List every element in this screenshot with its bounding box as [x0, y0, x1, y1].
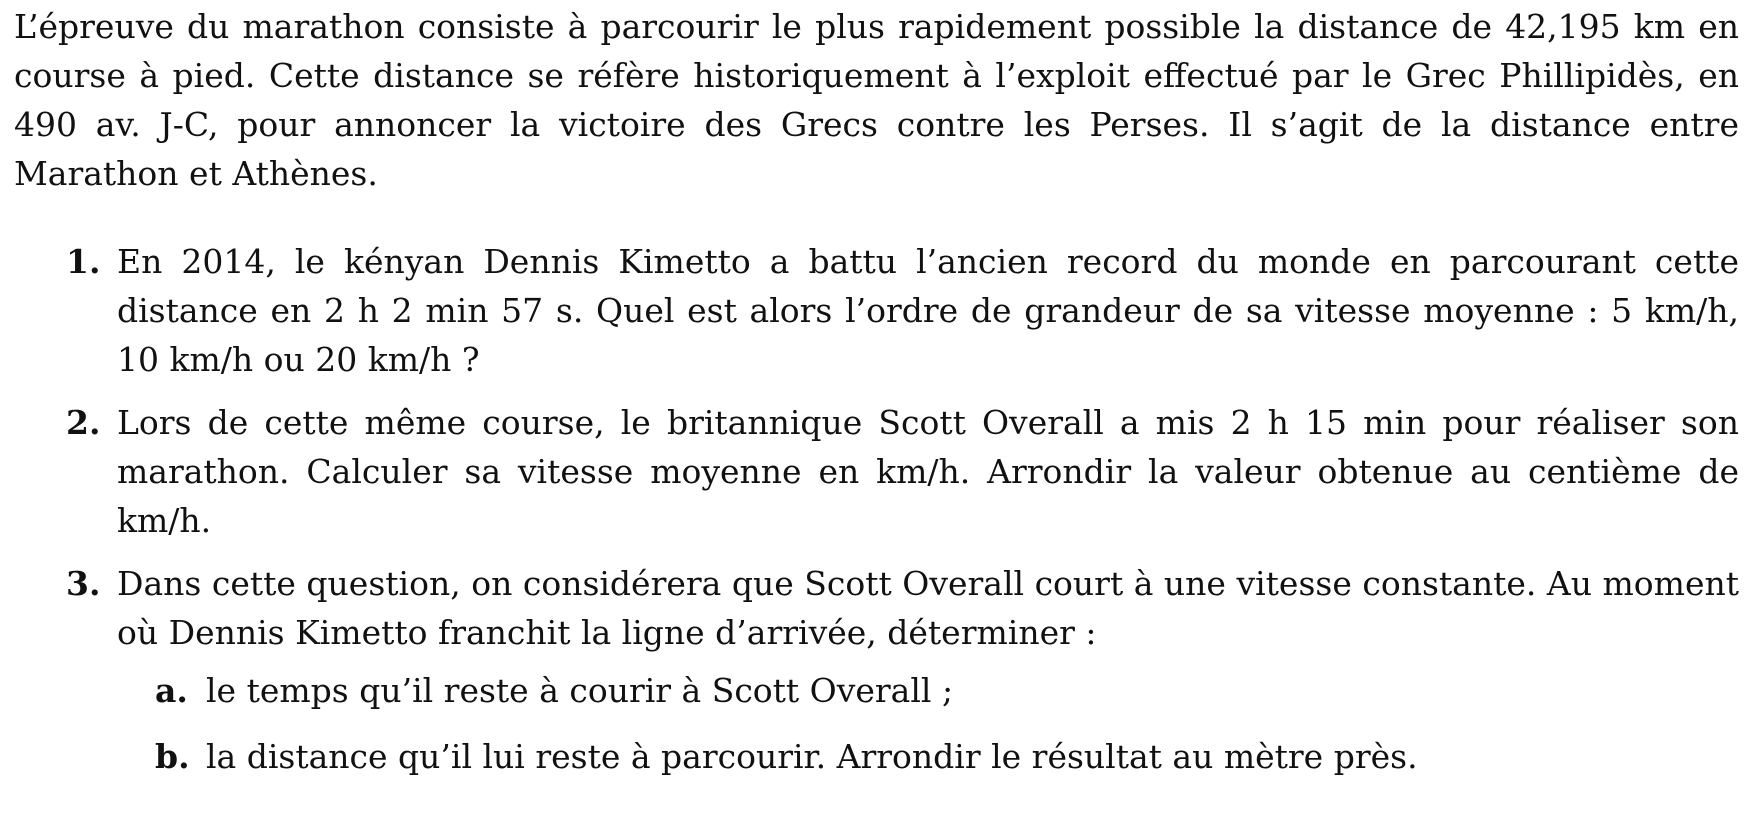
subquestion-text: le temps qu’il reste à courir à Scott Ov…	[206, 671, 954, 710]
subquestion-a: a. le temps qu’il reste à courir à Scott…	[155, 666, 1739, 715]
question-2: 2. Lors de cette même course, le britann…	[66, 398, 1739, 545]
exercise-page: L’épreuve du marathon consiste à parcour…	[0, 0, 1751, 817]
subquestion-letter: b.	[155, 737, 190, 776]
subquestion-list: a. le temps qu’il reste à courir à Scott…	[117, 666, 1739, 781]
question-3: 3. Dans cette question, on considérera q…	[66, 559, 1739, 781]
question-list: 1. En 2014, le kényan Dennis Kimetto a b…	[14, 237, 1739, 781]
question-1: 1. En 2014, le kényan Dennis Kimetto a b…	[66, 237, 1739, 384]
intro-paragraph: L’épreuve du marathon consiste à parcour…	[14, 7, 1739, 193]
question-number: 3.	[66, 564, 101, 603]
subquestion-letter: a.	[155, 671, 188, 710]
question-number: 2.	[66, 403, 101, 442]
question-number: 1.	[66, 242, 101, 281]
subquestion-text: la distance qu’il lui reste à parcourir.…	[206, 737, 1418, 776]
question-text: Dans cette question, on considérera que …	[117, 564, 1739, 652]
question-text: Lors de cette même course, le britanniqu…	[117, 403, 1739, 540]
subquestion-b: b. la distance qu’il lui reste à parcour…	[155, 732, 1739, 781]
question-text: En 2014, le kényan Dennis Kimetto a batt…	[117, 242, 1739, 379]
